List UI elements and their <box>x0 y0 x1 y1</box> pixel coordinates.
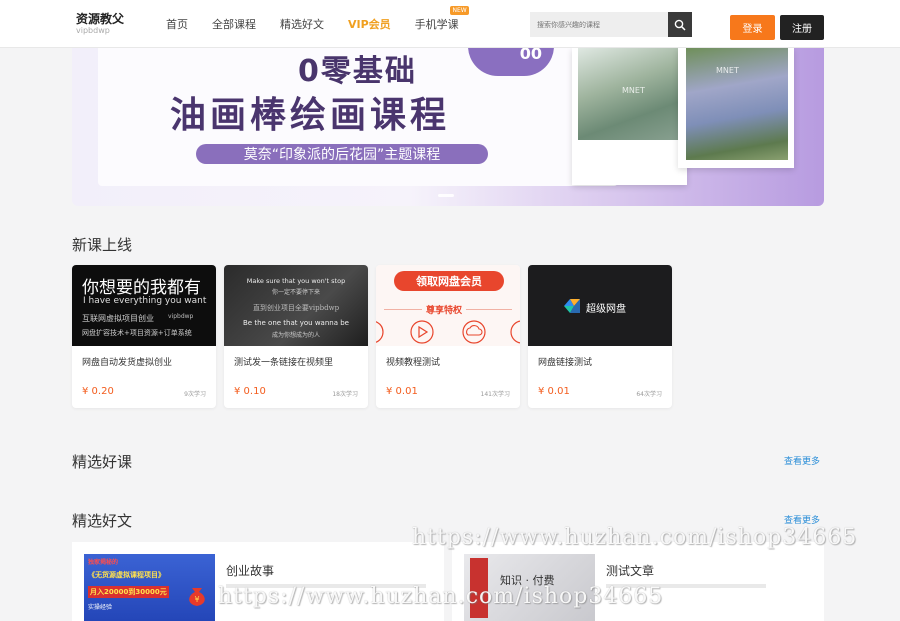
article-title: 创业故事 <box>226 564 275 578</box>
search-icon <box>674 19 686 31</box>
privilege-icons <box>376 320 520 344</box>
section-title-featured-articles: 精选好文 <box>72 512 133 530</box>
featured-courses-more-link[interactable]: 查看更多 <box>784 454 820 467</box>
section-title-featured-courses: 精选好课 <box>72 453 133 471</box>
course-price: ¥ 0.10 <box>234 386 266 397</box>
painting-caption-1: MNET <box>622 86 645 95</box>
section-title-new-courses: 新课上线 <box>72 236 133 254</box>
course-thumbnail: Make sure that you won't stop 你一定不要停下来 直… <box>224 265 368 346</box>
search-input[interactable] <box>530 12 668 37</box>
article-thumb-line3: 月入20000到30000元 <box>88 586 169 598</box>
course-learners: 141次学习 <box>480 391 510 398</box>
course-card[interactable]: 领取网盘会员 尊享特权 视频教程测试 ¥ 0.01 141次学习 <box>376 265 520 408</box>
nav-item-vip[interactable]: VIP会员 <box>348 16 391 32</box>
logo-text: 资源教父 <box>76 12 125 26</box>
watermark-text: https://www.huzhan.com/ishop34665 <box>218 584 664 609</box>
thumb-line1: Make sure that you won't stop <box>246 277 346 285</box>
banner-bubble: 00 <box>468 48 554 76</box>
banner-line2: 油画棒绘画课程 <box>170 95 451 136</box>
course-title: 测试发一条链接在视频里 <box>234 358 334 368</box>
article-title: 测试文章 <box>606 564 655 578</box>
article-thumb-line2: 《无货源虚拟课程项目》 <box>88 571 165 579</box>
course-thumbnail: 你想要的我都有 I have everything you want 互联网虚拟… <box>72 265 216 346</box>
article-thumbnail: 独家揭秘的 《无货源虚拟课程项目》 月入20000到30000元 实操经验 ¥ <box>84 554 215 621</box>
thumb-button: 领取网盘会员 <box>394 271 504 291</box>
logo-subtext: vipbdwp <box>76 26 110 35</box>
course-price: ¥ 0.01 <box>386 386 418 397</box>
banner-subtitle: 莫奈“印象派的后花园”主题课程 <box>196 144 488 164</box>
course-card[interactable]: Make sure that you won't stop 你一定不要停下来 直… <box>224 265 368 408</box>
watermark-text: https://www.huzhan.com/ishop34665 <box>412 525 858 550</box>
money-bag-icon: ¥ <box>189 588 205 606</box>
thumb-line4: Be the one that you wanna be <box>243 319 349 327</box>
top-header: 资源教父 vipbdwp 首页 全部课程 精选好文 VIP会员 手机学课 NEW… <box>0 0 900 48</box>
nav-item-mobile-label: 手机学课 <box>414 18 459 31</box>
course-title: 视频教程测试 <box>386 358 441 368</box>
thumb-line2: 你一定不要停下来 <box>271 289 320 296</box>
course-title: 网盘自动发货虚拟创业 <box>82 358 173 368</box>
thumb-line2: I have everything you want <box>83 296 207 306</box>
nav-item-mobile[interactable]: 手机学课 NEW <box>414 6 469 32</box>
course-thumbnail: 领取网盘会员 尊享特权 <box>376 265 520 346</box>
carousel-dot-active[interactable] <box>438 194 454 197</box>
search-button[interactable] <box>668 12 692 37</box>
banner-line1: 0零基础 <box>298 54 417 89</box>
nav-item-all-courses[interactable]: 全部课程 <box>212 16 256 32</box>
article-thumb-line1: 独家揭秘的 <box>88 559 119 566</box>
course-card[interactable]: 你想要的我都有 I have everything you want 互联网虚拟… <box>72 265 216 408</box>
course-title: 网盘链接测试 <box>538 358 593 368</box>
painting-card-2: MNET <box>678 48 794 168</box>
article-card[interactable]: 独家揭秘的 《无货源虚拟课程项目》 月入20000到30000元 实操经验 ¥ … <box>72 542 444 621</box>
site-logo[interactable]: 资源教父 vipbdwp <box>76 12 136 35</box>
painting-card-1: MNET <box>572 48 687 185</box>
course-learners: 18次学习 <box>332 391 358 398</box>
course-price: ¥ 0.01 <box>538 386 570 397</box>
painting-image-1: MNET <box>578 48 681 140</box>
banner-poster: 0零基础 00 油画棒绘画课程 莫奈“印象派的后花园”主题课程 <box>98 48 618 186</box>
login-button[interactable]: 登录 <box>730 15 775 40</box>
thumb-line4: 网盘扩容技术+项目资源+订单系统 <box>82 329 192 337</box>
thumb-line3: 直到创业项目全要vipbdwp <box>252 304 340 312</box>
thumb-text: 超级网盘 <box>586 304 626 315</box>
register-button[interactable]: 注册 <box>780 15 824 40</box>
thumb-line1: 你想要的我都有 <box>82 278 201 298</box>
course-thumbnail: 超级网盘 <box>528 265 672 346</box>
svg-text:¥: ¥ <box>194 595 199 604</box>
thumb-line5: 成为你想成为的人 <box>271 332 320 339</box>
main-nav: 首页 全部课程 精选好文 VIP会员 手机学课 NEW <box>166 0 483 48</box>
article-thumb-line4: 实操经验 <box>88 604 113 611</box>
nav-item-home[interactable]: 首页 <box>166 16 188 32</box>
cloud-drive-icon <box>564 299 580 313</box>
nav-item-articles[interactable]: 精选好文 <box>280 16 324 32</box>
course-learners: 64次学习 <box>636 391 662 398</box>
thumb-line3: 互联网虚拟项目创业 <box>82 314 154 323</box>
new-badge: NEW <box>450 6 469 15</box>
course-learners: 9次学习 <box>184 391 206 398</box>
thumb-line3b: vipbdwp <box>168 313 194 320</box>
hero-banner[interactable]: 0零基础 00 油画棒绘画课程 莫奈“印象派的后花园”主题课程 MNET MNE… <box>72 48 824 206</box>
painting-caption-2: MNET <box>716 66 739 75</box>
course-card[interactable]: 超级网盘 网盘链接测试 ¥ 0.01 64次学习 <box>528 265 672 408</box>
painting-image-2: MNET <box>686 48 788 160</box>
article-card[interactable]: 知识 · 付费 测试文章 <box>452 542 824 621</box>
thumb-label: 尊享特权 <box>422 303 467 316</box>
course-price: ¥ 0.20 <box>82 386 114 397</box>
